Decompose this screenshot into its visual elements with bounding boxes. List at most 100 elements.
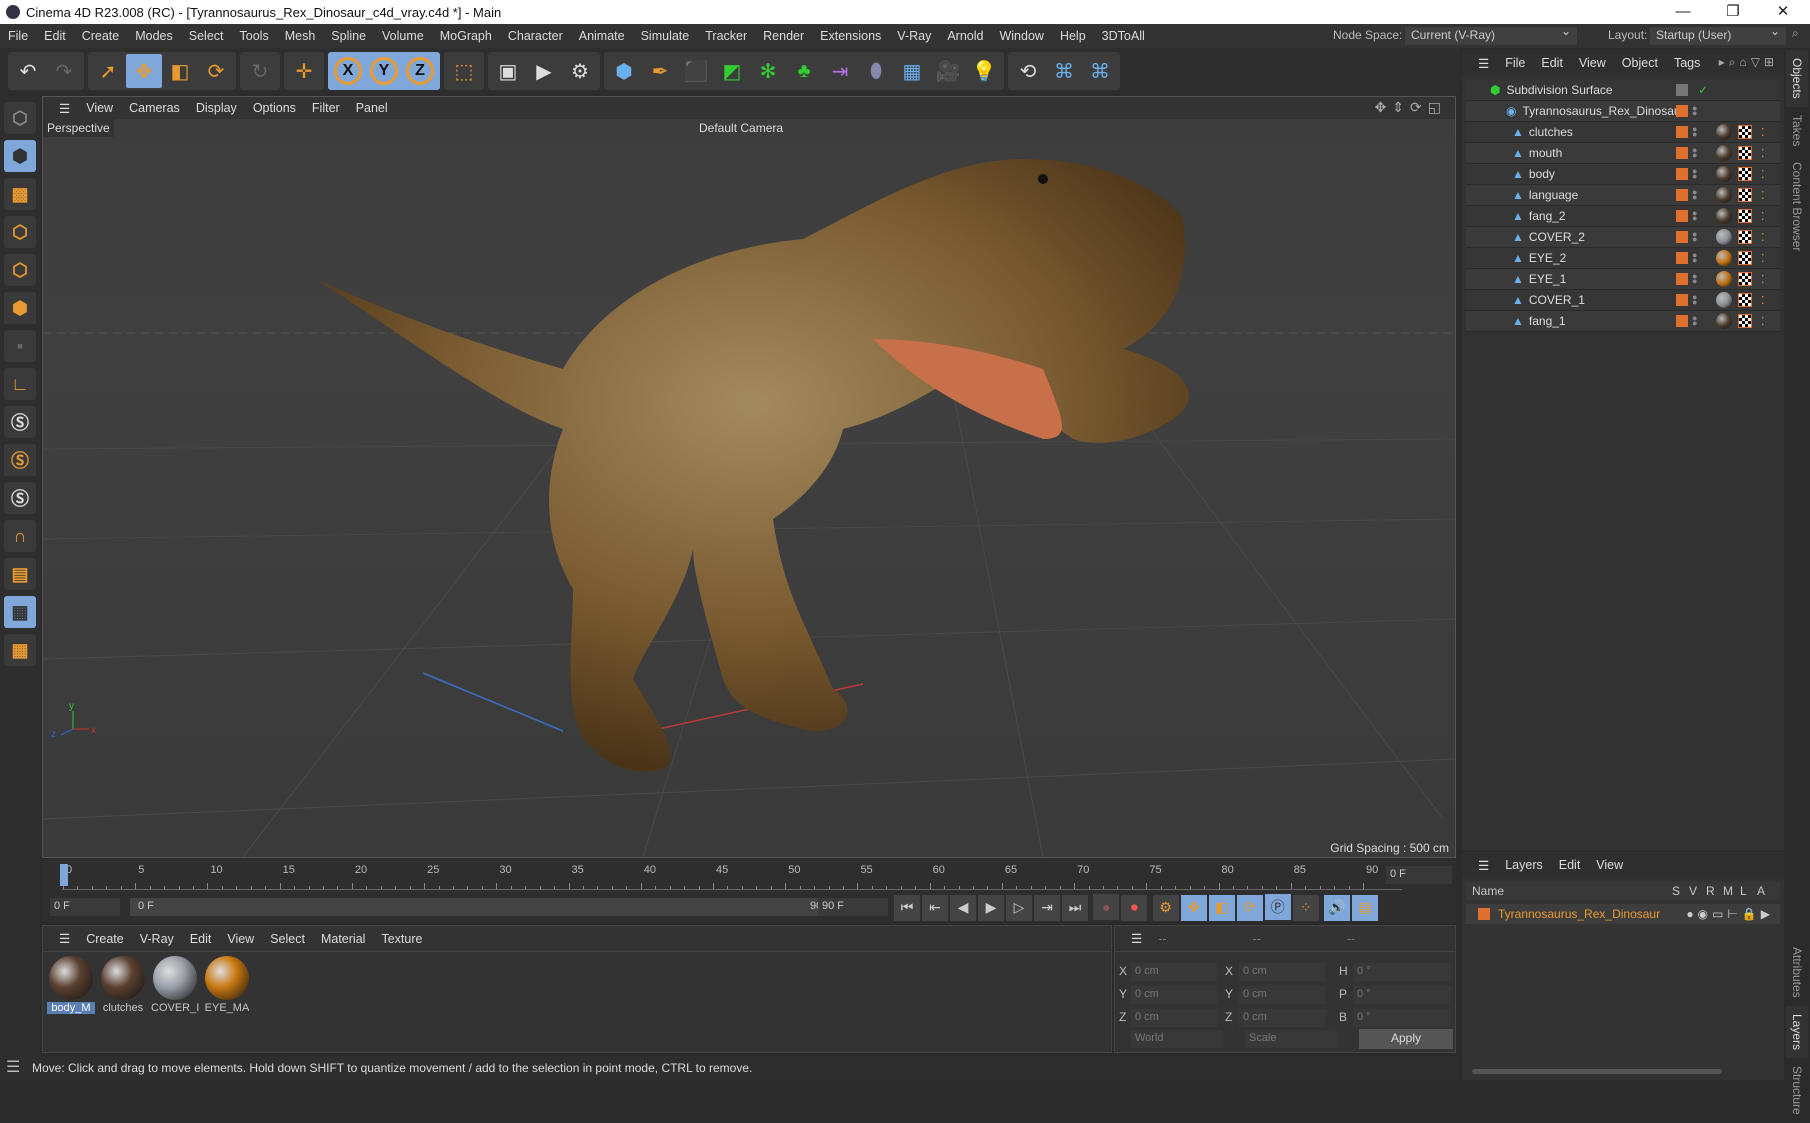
play-icon[interactable]: ▶	[978, 894, 1004, 921]
layer-swatch[interactable]	[1676, 84, 1688, 96]
viewport-menu-view[interactable]: View	[78, 101, 121, 115]
side-tab-structure[interactable]: Structure	[1786, 1058, 1808, 1123]
menu-arnold[interactable]: Arnold	[939, 29, 991, 43]
pen-icon[interactable]: ✒	[642, 54, 678, 88]
render-settings-icon[interactable]: ⚙	[562, 54, 598, 88]
menu-file[interactable]: File	[0, 29, 36, 43]
autokey-icon[interactable]: ⏺	[1121, 894, 1148, 921]
select-tool-icon[interactable]: ➚	[90, 54, 126, 88]
floor-icon[interactable]: ▦	[894, 54, 930, 88]
menu-edit[interactable]: Edit	[36, 29, 74, 43]
snap-icon[interactable]: Ⓢ	[4, 406, 36, 438]
workplane-lock-icon[interactable]: ▦	[4, 596, 36, 628]
layer-row[interactable]: Tyrannosaurus_Rex_Dinosaur ●◉▭⊢🔒▶	[1466, 904, 1780, 924]
object-menu-tags[interactable]: Tags	[1666, 56, 1708, 70]
material-tag-icon[interactable]	[1716, 208, 1732, 224]
material-swatch[interactable]: EYE_MA	[203, 956, 251, 1014]
coordinate-mode-select[interactable]: Scale	[1245, 1030, 1337, 1048]
object-row-subdivision[interactable]: ⬢ Subdivision Surface ✓	[1466, 80, 1780, 101]
layer-swatch[interactable]	[1676, 126, 1688, 138]
texture-tag-icon[interactable]	[1738, 125, 1752, 139]
hamburger-icon[interactable]: ☰	[51, 931, 78, 946]
transform-icon[interactable]: ✛	[286, 54, 322, 88]
texture-tag-icon[interactable]	[1738, 314, 1752, 328]
key-scale-icon[interactable]: ◧	[1208, 894, 1235, 921]
visibility-dots[interactable]: ● ●	[1692, 146, 1697, 160]
material-menu-texture[interactable]: Texture	[373, 932, 430, 946]
camera-icon[interactable]: 🎥	[930, 54, 966, 88]
apply-button[interactable]: Apply	[1359, 1029, 1453, 1049]
layer-swatch[interactable]	[1676, 252, 1688, 264]
next-key-icon[interactable]: ⇥	[1034, 894, 1060, 921]
layer-swatch[interactable]	[1676, 231, 1688, 243]
uv-mode-icon[interactable]: ▪	[4, 330, 36, 362]
current-frame-field[interactable]: 0 F	[1386, 866, 1452, 884]
coord-value-field[interactable]: 0 cm	[1239, 1009, 1325, 1027]
material-tag-icon[interactable]	[1716, 292, 1732, 308]
object-row-cover-2[interactable]: ▲ COVER_2 ● ● ⁚	[1466, 227, 1780, 248]
layer-swatch[interactable]	[1676, 147, 1688, 159]
texture-mode-icon[interactable]: ▩	[4, 178, 36, 210]
material-tag-icon[interactable]	[1716, 145, 1732, 161]
workplane-rotate-icon[interactable]: ▦	[4, 634, 36, 666]
cube-icon[interactable]: ⬢	[606, 54, 642, 88]
coordinate-space-select[interactable]: World	[1131, 1030, 1223, 1048]
subdivision-icon[interactable]: ⬛	[678, 54, 714, 88]
key-param-icon[interactable]: Ⓟ	[1264, 894, 1291, 920]
vray-tag-icon[interactable]: ⁚	[1761, 231, 1765, 244]
key-rotation-icon[interactable]: ⟳	[1236, 894, 1263, 921]
close-button[interactable]: ✕	[1760, 0, 1806, 24]
hamburger-icon[interactable]: ☰	[6, 1056, 20, 1080]
sound-icon[interactable]: 🔊	[1324, 894, 1351, 921]
mograph-icon[interactable]: ♣	[786, 54, 822, 88]
visibility-dots[interactable]: ● ●	[1692, 188, 1697, 202]
coord-value-field[interactable]: 0 cm	[1239, 986, 1325, 1004]
texture-tag-icon[interactable]	[1738, 146, 1752, 160]
coordinate-system-icon[interactable]: ⬚	[446, 54, 482, 88]
axis-z-button[interactable]: Z	[406, 57, 434, 85]
scale-tool-icon[interactable]: ◧	[162, 54, 198, 88]
layer-flags-icons[interactable]: ●◉▭⊢🔒▶	[1686, 907, 1774, 921]
field-icon[interactable]: ⬮	[858, 54, 894, 88]
menu-v-ray[interactable]: V-Ray	[889, 29, 939, 43]
menu-simulate[interactable]: Simulate	[633, 29, 698, 43]
menu-volume[interactable]: Volume	[374, 29, 432, 43]
object-row-body[interactable]: ▲ body ● ● ⁚	[1466, 164, 1780, 185]
menu-extensions[interactable]: Extensions	[812, 29, 889, 43]
layer-column-name[interactable]: Name	[1472, 884, 1672, 898]
layer-column-l[interactable]: L	[1740, 884, 1757, 898]
material-tag-icon[interactable]	[1716, 187, 1732, 203]
axis-y-button[interactable]: Y	[370, 57, 398, 85]
undo-icon[interactable]: ↶	[10, 54, 46, 88]
viewport[interactable]: ☰ View Cameras Display Options Filter Panel ✥⇕…	[42, 96, 1456, 858]
viewport-menu-panel[interactable]: Panel	[348, 101, 396, 115]
rotate-tool-icon[interactable]: ⟳	[198, 54, 234, 88]
object-row-eye-1[interactable]: ▲ EYE_1 ● ● ⁚	[1466, 269, 1780, 290]
snap-mode-icon[interactable]: Ⓢ	[4, 482, 36, 514]
material-menu-view[interactable]: View	[219, 932, 262, 946]
material-swatch[interactable]: clutches	[99, 956, 147, 1014]
texture-tag-icon[interactable]	[1738, 188, 1752, 202]
timeline-ruler[interactable]: 0 5 10 15 20 25 30 35 40 45 50 55 60 65 70 75 80 85 90	[62, 864, 1402, 890]
layer-swatch[interactable]	[1676, 315, 1688, 327]
film-icon[interactable]: ▤	[1352, 894, 1379, 921]
coord-value-field[interactable]: 0 °	[1353, 963, 1451, 981]
camera-name[interactable]: Default Camera	[699, 121, 783, 135]
object-row-group[interactable]: ◉ Tyrannosaurus_Rex_Dinosaur ● ●	[1466, 101, 1780, 122]
minimize-button[interactable]: —	[1660, 0, 1706, 24]
object-row-fang-2[interactable]: ▲ fang_2 ● ● ⁚	[1466, 206, 1780, 227]
layer-swatch[interactable]	[1676, 294, 1688, 306]
texture-tag-icon[interactable]	[1738, 293, 1752, 307]
coord-value-field[interactable]: 0 cm	[1131, 1009, 1217, 1027]
prev-key-icon[interactable]: ⇤	[922, 894, 948, 921]
material-tag-icon[interactable]	[1716, 271, 1732, 287]
viewport-menu-filter[interactable]: Filter	[304, 101, 348, 115]
search-icon[interactable]: ⌕	[1792, 26, 1799, 41]
move-tool-icon[interactable]: ✥	[126, 54, 162, 88]
coord-value-field[interactable]: 0 °	[1353, 1009, 1451, 1027]
object-menu-edit[interactable]: Edit	[1533, 56, 1571, 70]
key-position-icon[interactable]: ✥	[1180, 894, 1207, 921]
texture-tag-icon[interactable]	[1738, 209, 1752, 223]
material-menu-create[interactable]: Create	[78, 932, 132, 946]
goto-end-icon[interactable]: ⏭	[1062, 894, 1088, 921]
